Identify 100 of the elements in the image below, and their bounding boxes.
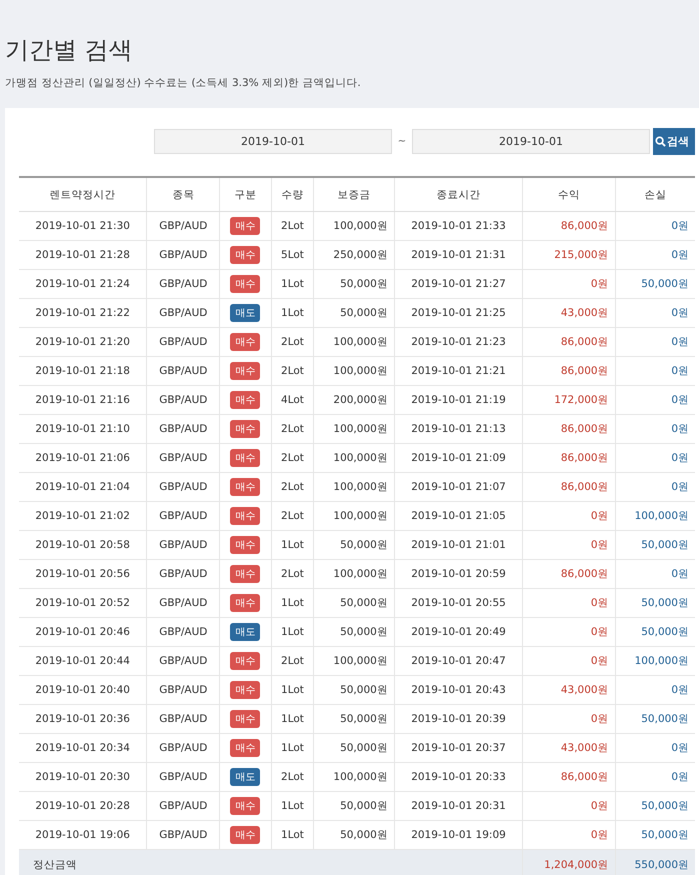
- table-cell: 550,000원: [615, 850, 695, 875]
- table-cell: 50,000원: [314, 588, 394, 618]
- table-cell: GBP/AUD: [146, 792, 220, 820]
- table-cell: 2019-10-01 20:31: [394, 792, 523, 820]
- table-cell: 100,000원: [314, 444, 394, 472]
- table-cell: GBP/AUD: [146, 356, 220, 386]
- table-cell: 2019-10-01 21:27: [394, 270, 523, 298]
- trade-type-badge: 매도: [230, 304, 260, 322]
- table-cell: 2019-10-01 21:20: [19, 328, 147, 356]
- table-cell: 0원: [522, 270, 616, 298]
- table-cell: 2Lot: [271, 414, 314, 444]
- table-cell: 0원: [522, 646, 616, 676]
- end-date-field[interactable]: 2019-10-01: [412, 129, 650, 154]
- table-cell: GBP/AUD: [146, 734, 220, 762]
- table-cell: 2019-10-01 21:30: [19, 212, 147, 240]
- table-cell: 2Lot: [271, 560, 314, 588]
- table-cell: 50,000원: [314, 298, 394, 328]
- table-cell: 100,000원: [615, 502, 695, 530]
- table-cell: GBP/AUD: [146, 328, 220, 356]
- search-button[interactable]: 검색: [653, 128, 695, 155]
- trade-type-badge: 매수: [230, 710, 260, 728]
- table-cell: 50,000원: [314, 704, 394, 734]
- column-header: 구분: [220, 177, 272, 212]
- start-date-field[interactable]: 2019-10-01: [154, 129, 392, 154]
- table-cell: GBP/AUD: [146, 472, 220, 502]
- trade-type-badge: 매수: [230, 449, 260, 467]
- table-cell: 2019-10-01 20:33: [394, 762, 523, 792]
- table-cell: 2019-10-01 21:10: [19, 414, 147, 444]
- column-header: 수량: [271, 177, 314, 212]
- table-cell: GBP/AUD: [146, 618, 220, 646]
- table-cell: 50,000원: [615, 270, 695, 298]
- table-cell: 2Lot: [271, 356, 314, 386]
- table-cell: 2Lot: [271, 502, 314, 530]
- table-cell: 0원: [615, 676, 695, 704]
- page-title: 기간별 검색: [5, 36, 134, 64]
- table-cell: GBP/AUD: [146, 676, 220, 704]
- column-header: 렌트약정시간: [19, 177, 147, 212]
- table-cell: 1Lot: [271, 734, 314, 762]
- trade-type-badge: 매수: [230, 333, 260, 351]
- table-cell: 2Lot: [271, 444, 314, 472]
- column-header: 수익: [522, 177, 616, 212]
- table-cell: 86,000원: [522, 560, 616, 588]
- table-cell: 2Lot: [271, 472, 314, 502]
- table-cell: 0원: [522, 792, 616, 820]
- table-cell: 172,000원: [522, 386, 616, 414]
- table-cell: 100,000원: [314, 560, 394, 588]
- table-cell: 2019-10-01 20:59: [394, 560, 523, 588]
- table-cell: 2019-10-01 21:33: [394, 212, 523, 240]
- table-cell: 2Lot: [271, 762, 314, 792]
- table-cell: 2019-10-01 21:01: [394, 530, 523, 560]
- table-cell: 86,000원: [522, 762, 616, 792]
- column-header: 종료시간: [394, 177, 523, 212]
- trade-type-badge: 매수: [230, 826, 260, 844]
- table-cell: 86,000원: [522, 444, 616, 472]
- table-cell: 2019-10-01 21:22: [19, 298, 147, 328]
- table-cell: 0원: [522, 618, 616, 646]
- trade-type-badge: 매도: [230, 768, 260, 786]
- table-cell: GBP/AUD: [146, 588, 220, 618]
- table-cell: 86,000원: [522, 472, 616, 502]
- table-cell: 0원: [522, 704, 616, 734]
- trade-type-badge: 매수: [230, 739, 260, 757]
- trade-type-badge: 매수: [230, 536, 260, 554]
- trade-type-badge: 매수: [230, 681, 260, 699]
- table-cell: 100,000원: [314, 356, 394, 386]
- table-cell: 86,000원: [522, 212, 616, 240]
- table-cell: 50,000원: [314, 792, 394, 820]
- table-cell: 43,000원: [522, 734, 616, 762]
- table-cell: 100,000원: [314, 328, 394, 356]
- trade-type-badge: 매수: [230, 652, 260, 670]
- table-cell: 100,000원: [314, 762, 394, 792]
- table-cell: 1,204,000원: [522, 850, 616, 875]
- table-cell: 86,000원: [522, 414, 616, 444]
- table-cell: 0원: [615, 298, 695, 328]
- table-cell: 2019-10-01 21:24: [19, 270, 147, 298]
- table-cell: 2019-10-01 21:18: [19, 356, 147, 386]
- table-cell: 5Lot: [271, 240, 314, 270]
- table-cell: 100,000원: [615, 646, 695, 676]
- table-cell: 2019-10-01 21:25: [394, 298, 523, 328]
- table-cell: 2019-10-01 21:19: [394, 386, 523, 414]
- table-cell: 0원: [615, 444, 695, 472]
- table-cell: 2019-10-01 21:13: [394, 414, 523, 444]
- table-cell: 50,000원: [615, 530, 695, 560]
- table-cell: 2019-10-01 21:09: [394, 444, 523, 472]
- table-cell: 2Lot: [271, 328, 314, 356]
- table-cell: 100,000원: [314, 646, 394, 676]
- table-cell: 100,000원: [314, 414, 394, 444]
- table-cell: 2019-10-01 20:44: [19, 646, 147, 676]
- table-cell: 0원: [522, 588, 616, 618]
- table-cell: 2019-10-01 20:40: [19, 676, 147, 704]
- table-cell: 0원: [615, 762, 695, 792]
- trade-type-badge: 매수: [230, 565, 260, 583]
- table-cell: GBP/AUD: [146, 240, 220, 270]
- table-cell: 100,000원: [314, 502, 394, 530]
- table-cell: 2019-10-01 20:39: [394, 704, 523, 734]
- table-cell: 0원: [615, 734, 695, 762]
- table-cell: 0원: [615, 386, 695, 414]
- table-cell: 0원: [615, 212, 695, 240]
- table-cell: 250,000원: [314, 240, 394, 270]
- table-cell: 2019-10-01 20:46: [19, 618, 147, 646]
- table-cell: 1Lot: [271, 530, 314, 560]
